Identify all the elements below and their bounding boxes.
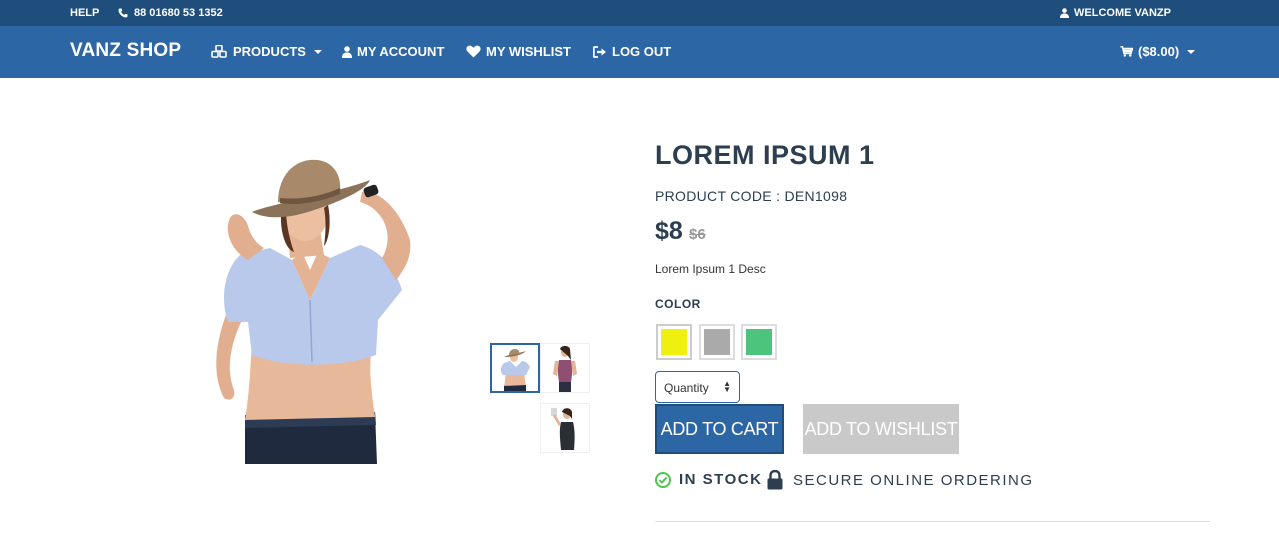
help-link[interactable]: HELP: [70, 7, 99, 19]
color-label: COLOR: [655, 297, 701, 311]
brand-logo[interactable]: VANZ SHOP: [70, 40, 181, 62]
product-title: LOREM IPSUM 1: [655, 140, 875, 170]
color-swatch-yellow[interactable]: [656, 324, 692, 360]
product-thumbnail-2[interactable]: [540, 343, 590, 393]
secure-label: SECURE ONLINE ORDERING: [793, 471, 1034, 489]
nav-products[interactable]: PRODUCTS: [211, 44, 322, 59]
welcome-text: WELCOME VANZP: [1074, 7, 1171, 19]
swatch-fill: [661, 329, 687, 355]
phone-number: 88 01680 53 1352: [134, 7, 223, 19]
quantity-select[interactable]: Quantity ▲ ▼: [655, 371, 740, 403]
product-price: $8: [655, 217, 683, 245]
main-navbar: VANZ SHOP PRODUCTS MY ACCOUNT MY WISHLIS…: [0, 26, 1279, 78]
nav-my-wishlist[interactable]: MY WISHLIST: [466, 44, 571, 59]
nav-cart[interactable]: ($8.00): [1120, 44, 1196, 59]
nav-products-label: PRODUCTS: [233, 44, 306, 59]
user-icon: [1060, 8, 1069, 18]
check-circle-icon: [655, 471, 671, 488]
product-main-image: [190, 140, 430, 464]
cubes-icon: [211, 45, 227, 58]
user-icon: [342, 45, 352, 58]
product-code: PRODUCT CODE : DEN1098: [655, 188, 848, 204]
phone-info: 88 01680 53 1352: [118, 7, 223, 19]
chevron-down-icon: [1187, 49, 1196, 54]
color-swatch-gray[interactable]: [699, 324, 735, 360]
secure-ordering-indicator: SECURE ONLINE ORDERING: [766, 470, 1034, 490]
welcome-user[interactable]: WELCOME VANZP: [1060, 7, 1171, 19]
product-old-price: $6: [689, 226, 706, 243]
quantity-placeholder: Quantity: [664, 381, 709, 395]
in-stock-label: IN STOCK: [679, 471, 763, 488]
lock-icon: [767, 470, 783, 490]
top-bar: HELP 88 01680 53 1352 WELCOME VANZP: [0, 0, 1279, 26]
nav-log-out[interactable]: LOG OUT: [593, 44, 671, 59]
swatch-fill: [746, 329, 772, 355]
nav-logout-label: LOG OUT: [612, 44, 672, 59]
product-thumbnail-1[interactable]: [490, 343, 540, 393]
sign-out-icon: [593, 45, 606, 58]
nav-account-label: MY ACCOUNT: [357, 44, 445, 59]
heart-icon: [466, 45, 481, 58]
cart-total: ($8.00): [1138, 44, 1180, 59]
product-description: Lorem Ipsum 1 Desc: [655, 262, 766, 276]
swatch-fill: [704, 329, 730, 355]
in-stock-indicator: IN STOCK: [655, 471, 762, 488]
product-thumbnail-3[interactable]: [540, 403, 590, 453]
nav-my-account[interactable]: MY ACCOUNT: [342, 44, 444, 59]
divider: [655, 521, 1210, 522]
nav-wishlist-label: MY WISHLIST: [486, 44, 571, 59]
select-arrows-icon: ▲ ▼: [723, 379, 731, 394]
chevron-down-icon: [313, 49, 322, 54]
add-to-wishlist-button[interactable]: ADD TO WISHLIST: [803, 404, 959, 454]
color-swatch-green[interactable]: [741, 324, 777, 360]
cart-icon: [1120, 46, 1133, 57]
phone-icon: [118, 8, 128, 18]
add-to-cart-button[interactable]: ADD TO CART: [655, 404, 784, 454]
